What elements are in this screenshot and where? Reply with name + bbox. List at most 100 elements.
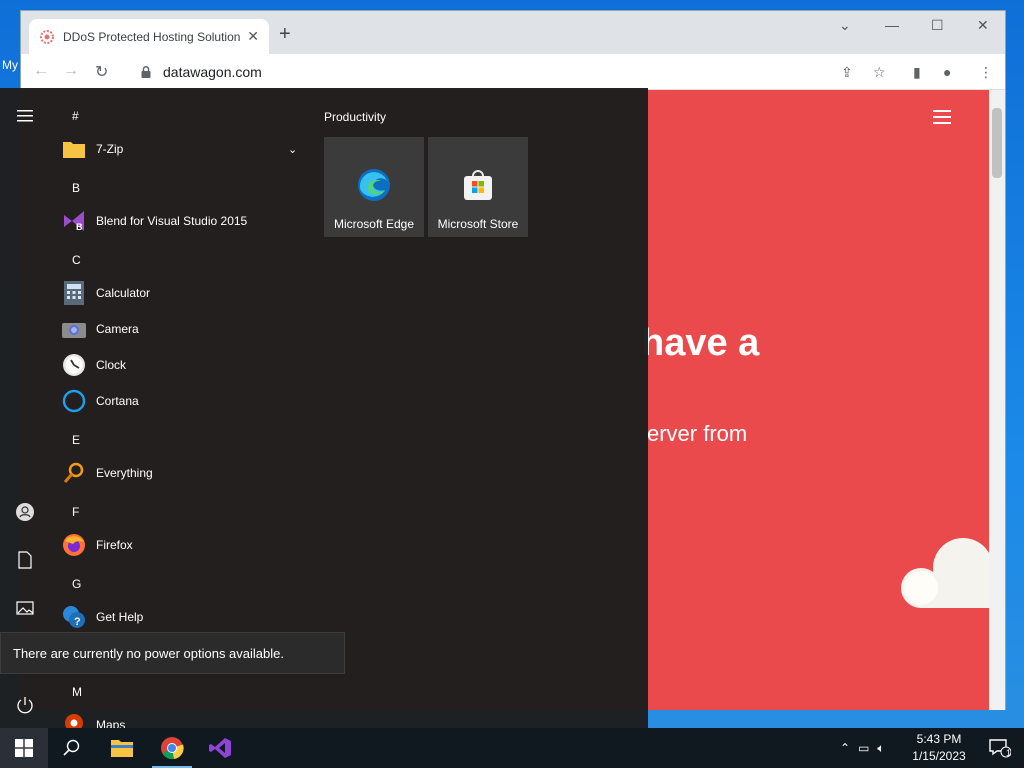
maximize-icon[interactable]: ☐ (931, 17, 944, 34)
taskbar-search-button[interactable] (48, 728, 96, 768)
app-clock[interactable]: Clock (62, 350, 310, 380)
clock-time: 5:43 PM (916, 732, 962, 746)
address-bar[interactable]: datawagon.com (129, 58, 997, 86)
tile-microsoft-store[interactable]: Microsoft Store (428, 137, 528, 237)
taskbar: ⌃ ▭ 🔈︎ 5:43 PM 1/15/2023 1 (0, 728, 1024, 768)
app-label: Firefox (96, 538, 133, 552)
desktop-icon-label[interactable]: My (2, 58, 18, 72)
app-firefox[interactable]: Firefox (62, 530, 310, 560)
chevron-up-icon[interactable]: ⌃ (840, 741, 850, 755)
notification-count: 1 (1006, 748, 1012, 758)
reload-icon[interactable]: ↻ (95, 62, 108, 82)
lock-icon (141, 65, 151, 78)
search-icon (62, 461, 86, 485)
tab-title: DDoS Protected Hosting Solution (63, 29, 241, 44)
start-menu: # 7-Zip ⌄ B B Blend for Visual Studio 20… (0, 88, 648, 728)
share-icon[interactable]: ⇪ (841, 64, 853, 81)
bookmark-star-icon[interactable]: ☆ (873, 64, 886, 81)
store-icon (464, 170, 492, 200)
app-label: Everything (96, 466, 153, 480)
letter-header[interactable]: G (72, 577, 81, 591)
app-label: Maps (96, 718, 126, 728)
app-blend[interactable]: B Blend for Visual Studio 2015 (62, 206, 310, 236)
app-label: 7-Zip (96, 142, 124, 156)
tab-close-icon[interactable]: ✕ (247, 28, 259, 45)
taskbar-file-explorer[interactable] (98, 728, 146, 768)
tile-label: Microsoft Store (437, 217, 519, 231)
chrome-icon (161, 737, 184, 760)
scroll-thumb[interactable] (992, 108, 1002, 178)
blend-icon: B (62, 209, 86, 233)
app-label: Camera (96, 322, 139, 336)
app-calculator[interactable]: Calculator (62, 278, 310, 308)
document-icon[interactable] (13, 548, 37, 572)
forward-icon[interactable]: → (63, 62, 79, 80)
app-cortana[interactable]: Cortana (62, 386, 310, 416)
hamburger-icon[interactable] (13, 104, 37, 128)
folder-icon (62, 137, 86, 161)
cortana-icon (62, 389, 86, 413)
maps-icon (62, 713, 86, 728)
letter-header[interactable]: E (72, 433, 80, 447)
volume-icon[interactable]: 🔈︎ (877, 741, 884, 756)
letter-header[interactable]: C (72, 253, 81, 267)
help-icon: ? (62, 605, 86, 629)
pictures-icon[interactable] (13, 596, 37, 620)
clock-icon (62, 353, 86, 377)
user-icon[interactable] (13, 500, 37, 524)
tab-search-icon[interactable]: ⌄ (839, 17, 851, 34)
app-maps[interactable]: Maps (62, 710, 310, 728)
letter-header[interactable]: M (72, 685, 82, 699)
firefox-icon (62, 533, 86, 557)
app-label: Blend for Visual Studio 2015 (96, 214, 248, 228)
letter-header[interactable]: B (72, 181, 80, 195)
menu-kebab-icon[interactable]: ⋮ (979, 64, 993, 81)
app-label: Get Help (96, 610, 144, 624)
folder-icon (111, 740, 133, 757)
app-7zip[interactable]: 7-Zip ⌄ (62, 134, 310, 164)
url-text: datawagon.com (163, 64, 262, 80)
close-window-icon[interactable]: ✕ (977, 17, 989, 34)
calculator-icon (62, 281, 86, 305)
app-camera[interactable]: Camera (62, 314, 310, 344)
profile-icon[interactable]: ● (943, 64, 951, 80)
app-label: Cortana (96, 394, 139, 408)
visual-studio-icon (209, 738, 231, 758)
start-button[interactable] (0, 728, 48, 768)
tile-group-title[interactable]: Productivity (324, 110, 386, 124)
side-panel-icon[interactable]: ▮ (913, 64, 921, 81)
letter-header[interactable]: F (72, 505, 79, 519)
letter-header[interactable]: # (72, 109, 79, 123)
svg-text:B: B (76, 222, 83, 232)
search-icon (63, 739, 80, 756)
svg-text:?: ? (74, 616, 81, 628)
windows-logo-icon (15, 739, 33, 757)
taskbar-visual-studio[interactable] (196, 728, 244, 768)
new-tab-icon[interactable]: + (279, 23, 291, 46)
app-label: Calculator (96, 286, 151, 300)
system-tray: ⌃ ▭ 🔈︎ (840, 728, 885, 768)
cloud-illustration (901, 538, 991, 608)
back-icon[interactable]: ← (33, 62, 49, 80)
app-everything[interactable]: Everything (62, 458, 310, 488)
action-center-button[interactable]: 1 (976, 728, 1024, 768)
edge-icon (358, 169, 390, 201)
minimize-icon[interactable]: — (885, 17, 899, 33)
taskbar-chrome[interactable] (148, 728, 196, 768)
browser-tab[interactable]: DDoS Protected Hosting Solution ✕ (29, 19, 269, 54)
tab-strip: DDoS Protected Hosting Solution ✕ + ⌄ — … (21, 11, 1005, 54)
network-icon[interactable]: ▭ (858, 741, 869, 755)
chevron-down-icon[interactable]: ⌄ (288, 143, 297, 156)
camera-icon (62, 317, 86, 341)
browser-toolbar: ← → ↻ datawagon.com ⇪ ☆ ▮ ● ⋮ (21, 54, 1005, 90)
site-favicon-icon (40, 29, 54, 44)
power-tooltip: There are currently no power options ava… (0, 632, 345, 674)
power-icon[interactable] (13, 693, 37, 717)
app-get-help[interactable]: ? Get Help (62, 602, 310, 632)
page-scrollbar[interactable] (989, 90, 1005, 710)
tile-microsoft-edge[interactable]: Microsoft Edge (324, 137, 424, 237)
hero-text: erver from (647, 421, 748, 446)
app-label: Clock (96, 358, 127, 372)
page-hamburger-icon[interactable] (933, 110, 951, 128)
taskbar-clock[interactable]: 5:43 PM 1/15/2023 (903, 731, 975, 765)
